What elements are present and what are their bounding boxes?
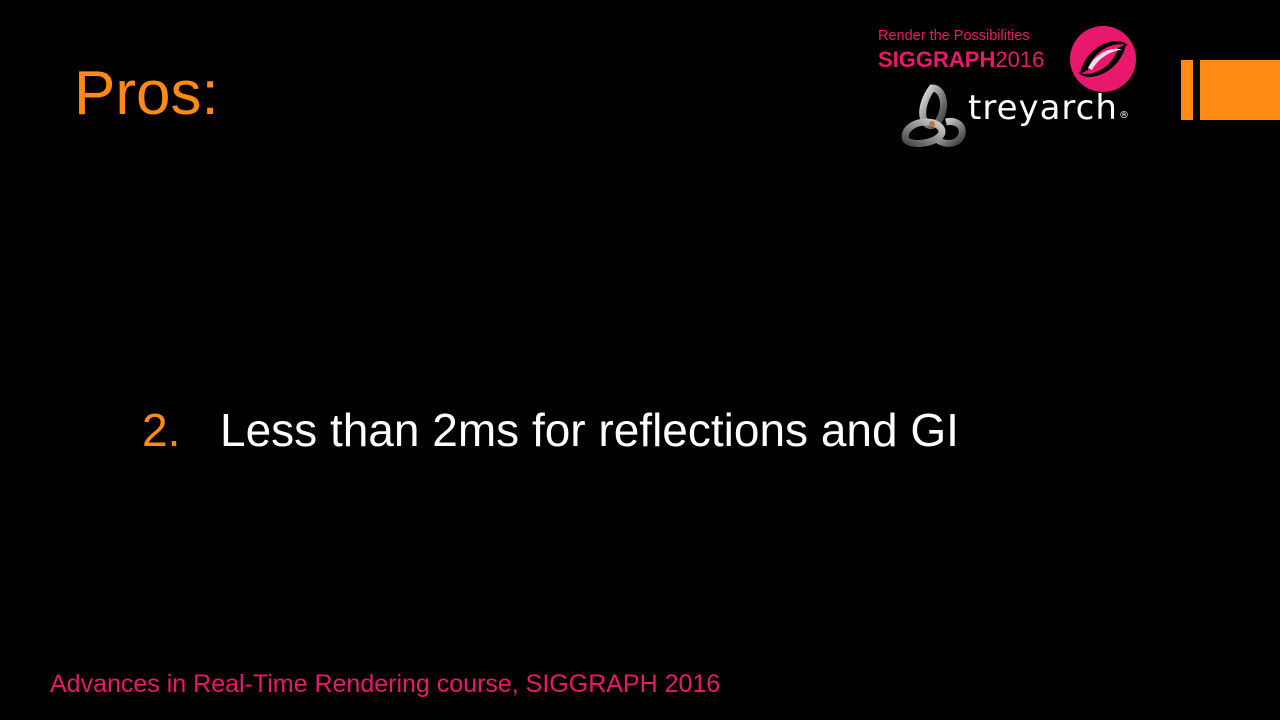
accent-bar-thin — [1181, 60, 1193, 120]
bullet-number: 2. — [142, 404, 181, 456]
siggraph-year: 2016 — [995, 47, 1045, 72]
siggraph-name: SIGGRAPH — [878, 47, 996, 72]
bullet-item: 2. Less than 2ms for reflections and GI — [142, 402, 959, 458]
accent-bar-wide — [1200, 60, 1280, 120]
bullet-text: Less than 2ms for reflections and GI — [220, 404, 959, 456]
treyarch-logo: treyarch ® — [898, 82, 1134, 152]
siggraph-wordmark: SIGGRAPH2016 — [878, 47, 1044, 73]
treyarch-registered-mark: ® — [1119, 110, 1129, 121]
slide-footer: Advances in Real-Time Rendering course, … — [50, 670, 721, 698]
siggraph-tagline: Render the Possibilities — [878, 28, 1030, 44]
treyarch-wordmark: treyarch — [968, 88, 1118, 128]
presentation-slide: Pros: Render the Possibilities SIGGRAPH2… — [0, 0, 1280, 720]
slide-title: Pros: — [74, 59, 219, 128]
treyarch-knot-icon — [901, 84, 966, 147]
